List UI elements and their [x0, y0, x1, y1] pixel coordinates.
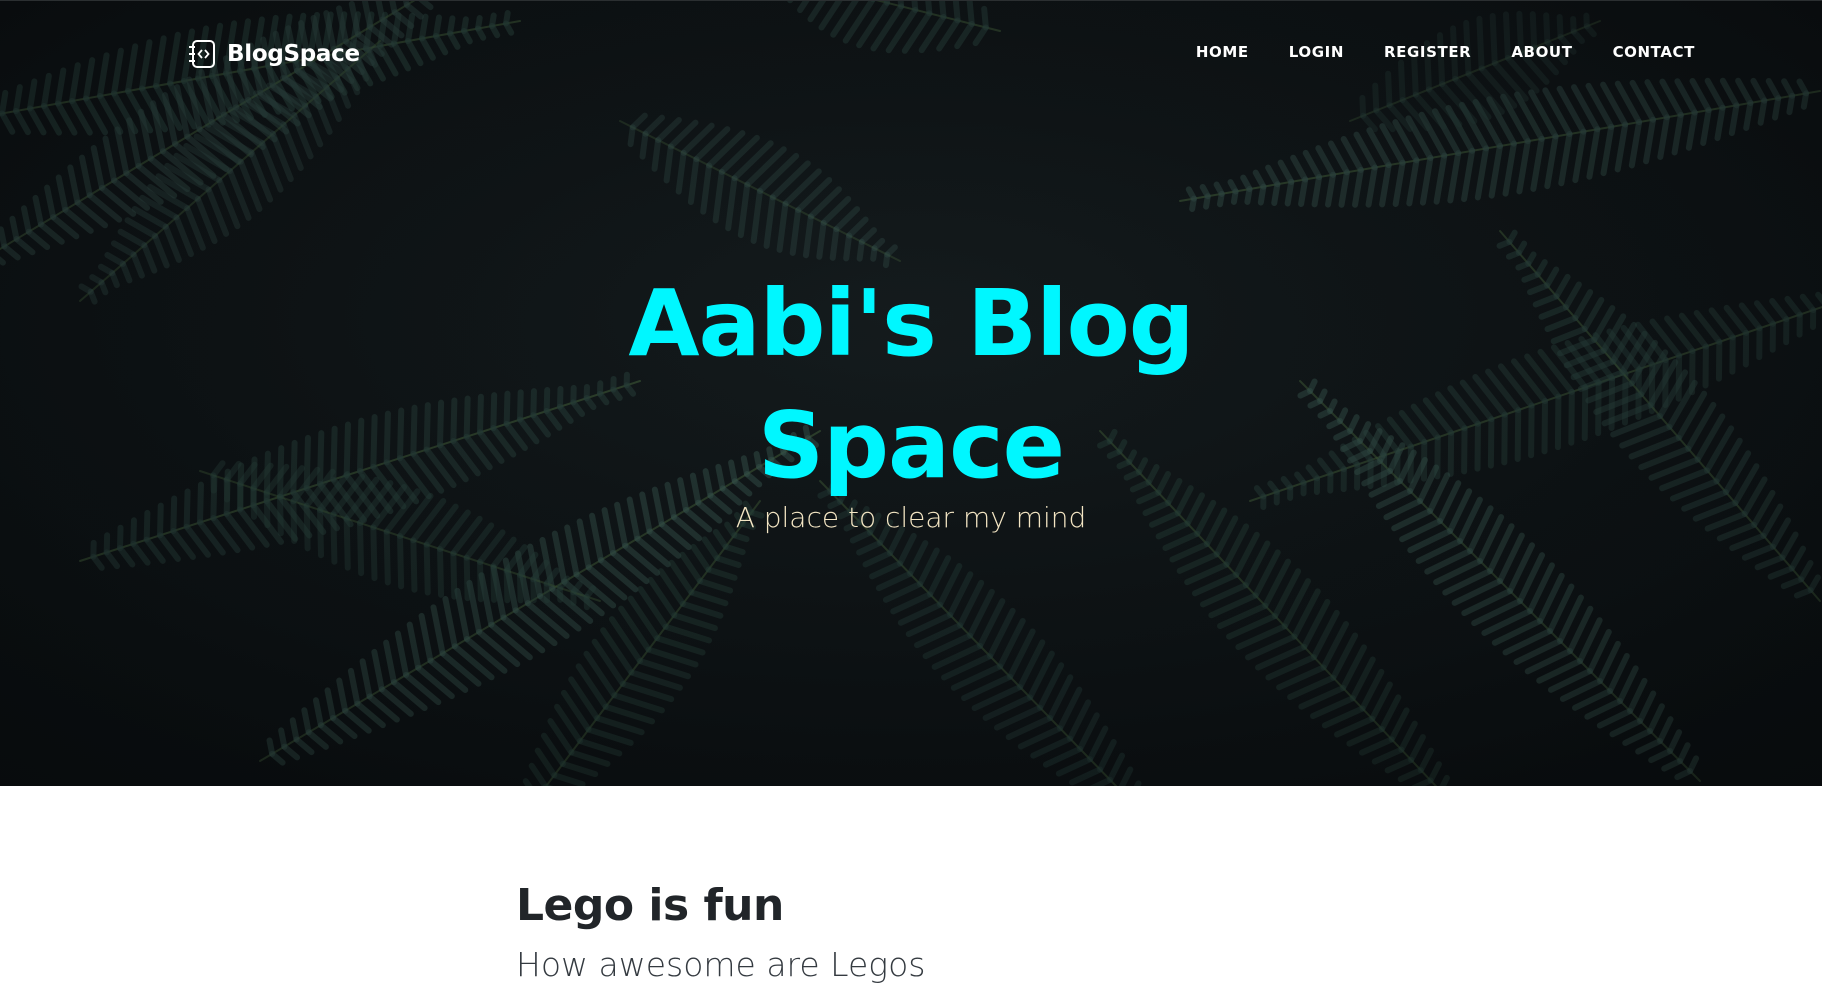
code-file-icon	[189, 40, 215, 68]
site-subheading: A place to clear my mind	[735, 501, 1087, 534]
site-heading-line-1: Aabi's Blog	[628, 270, 1194, 377]
nav-login[interactable]: LOGIN	[1289, 43, 1344, 61]
site-heading-line-2: Space	[757, 392, 1065, 499]
post-title[interactable]: Lego is fun	[516, 880, 1316, 931]
brand-link[interactable]: BlogSpace	[188, 39, 360, 69]
masthead: BlogSpace HOME LOGIN REGISTER ABOUT CONT…	[0, 0, 1822, 786]
brand-name: BlogSpace	[227, 41, 360, 67]
nav-home[interactable]: HOME	[1196, 43, 1249, 61]
post-preview[interactable]: Lego is fun How awesome are Legos	[516, 880, 1316, 984]
navbar: BlogSpace HOME LOGIN REGISTER ABOUT CONT…	[0, 1, 1822, 105]
site-heading: Aabi's Blog Space	[0, 263, 1822, 507]
nav-menu: HOME LOGIN REGISTER ABOUT CONTACT	[1196, 43, 1695, 61]
page: BlogSpace HOME LOGIN REGISTER ABOUT CONT…	[0, 0, 1822, 1003]
nav-register[interactable]: REGISTER	[1384, 43, 1471, 61]
post-subtitle[interactable]: How awesome are Legos	[516, 945, 1316, 984]
nav-contact[interactable]: CONTACT	[1613, 43, 1695, 61]
nav-about[interactable]: ABOUT	[1511, 43, 1572, 61]
